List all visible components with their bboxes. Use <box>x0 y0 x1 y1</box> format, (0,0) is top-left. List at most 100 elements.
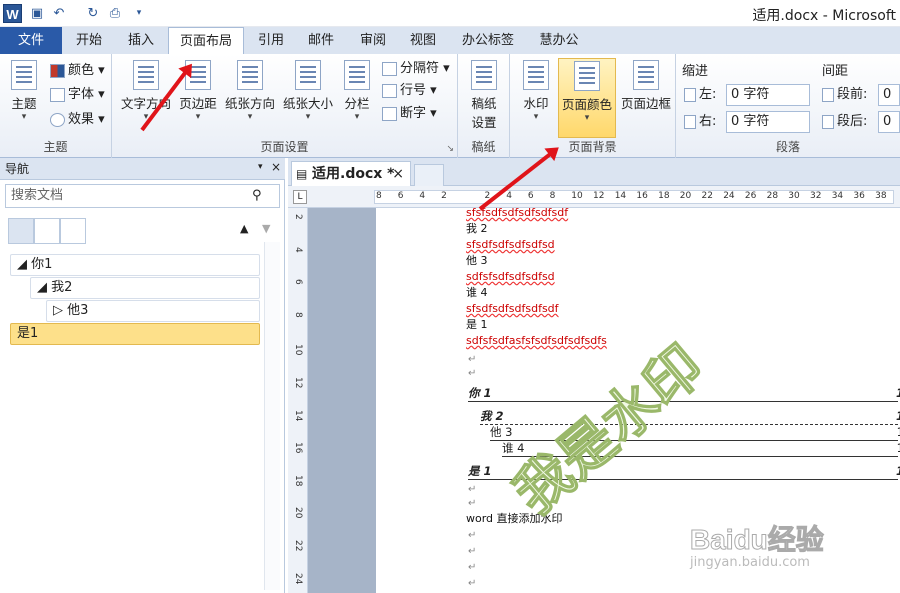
document-tab[interactable]: ▤ 适用.docx * × <box>291 161 411 186</box>
page-border-button[interactable]: 页面边框 <box>618 58 674 112</box>
ruler-tick-label: 18 <box>658 191 670 201</box>
nav-heading-item[interactable]: 是1 <box>10 323 260 345</box>
ruler-tick-label: 4 <box>293 246 303 253</box>
save-icon[interactable]: ▣ <box>28 5 46 22</box>
ruler-tick-label: 10 <box>571 191 583 201</box>
ruler-tick-label: 4 <box>506 191 512 201</box>
collapse-icon: ◢ <box>37 280 52 295</box>
fonts-icon <box>50 87 65 102</box>
ruler-tick-label: 10 <box>293 344 303 356</box>
expand-icon: ▷ <box>53 303 68 318</box>
group-draft: 稿纸 设置 稿纸 <box>458 54 510 158</box>
spacing-after-input[interactable]: 0 行 <box>878 111 900 133</box>
nav-heading-item[interactable]: ▷ 他3 <box>46 300 260 322</box>
draft-settings-button[interactable]: 稿纸 设置 <box>464 58 504 131</box>
effects-icon <box>50 112 65 127</box>
orientation-button[interactable]: 纸张方向 ▾ <box>222 58 278 122</box>
tab-results-icon[interactable] <box>60 218 86 244</box>
tab-insert[interactable]: 插入 <box>118 27 164 54</box>
indent-left-input[interactable]: 0 字符 <box>726 84 810 106</box>
window-title: 适用.docx - Microsoft <box>752 8 896 24</box>
ruler-tick-label: 8 <box>376 191 382 201</box>
customize-icon[interactable]: ▾ <box>130 5 148 22</box>
pane-options-icon[interactable]: ▾ <box>258 162 263 172</box>
page-color-button[interactable]: 页面颜色 ▾ <box>558 58 616 138</box>
nav-scrollbar[interactable] <box>264 242 280 590</box>
ruler-tick-label: 12 <box>293 377 303 389</box>
watermark-button[interactable]: 水印 ▾ <box>516 58 556 122</box>
group-label-paragraph: 段落 <box>775 140 800 154</box>
tab-pages-icon[interactable] <box>34 218 60 244</box>
new-tab-button[interactable] <box>414 164 444 186</box>
search-icon[interactable]: ⚲ <box>252 188 262 203</box>
tab-home[interactable]: 开始 <box>66 27 112 54</box>
text-direction-button[interactable]: 文字方向 ▾ <box>118 58 174 122</box>
document-tab-bar: ▤ 适用.docx * × <box>288 158 900 186</box>
nav-heading-item[interactable]: ◢ 我2 <box>30 277 260 299</box>
tab-hui-office[interactable]: 慧办公 <box>530 27 588 54</box>
ruler-tick-label: 16 <box>293 442 303 454</box>
page-color-icon <box>574 61 600 91</box>
columns-button[interactable]: 分栏 ▾ <box>340 58 374 122</box>
hyphenation-button[interactable]: 断字 ▾ <box>382 103 437 125</box>
ruler-tick-label: 22 <box>293 540 303 552</box>
toc-entry[interactable]: 我 21 <box>480 409 900 425</box>
tab-view[interactable]: 视图 <box>400 27 446 54</box>
undo-icon[interactable]: ↶ <box>50 5 68 22</box>
spacing-before-icon <box>822 87 834 102</box>
print-preview-icon[interactable]: ⎙ <box>106 5 124 22</box>
effects-button[interactable]: 效果 ▾ <box>50 109 105 131</box>
tab-file[interactable]: 文件 <box>0 27 62 54</box>
breaks-button[interactable]: 分隔符 ▾ <box>382 58 450 80</box>
dialog-launcher-icon[interactable]: ↘ <box>446 144 454 154</box>
doc-line: 他 3 <box>466 254 488 267</box>
page-border-icon <box>633 60 659 90</box>
paragraph-mark: ↵ <box>468 562 477 573</box>
document-icon: ▤ <box>296 167 308 181</box>
line-numbers-button[interactable]: 行号 ▾ <box>382 80 437 102</box>
nav-heading-item[interactable]: ◢ 你1 <box>10 254 260 276</box>
search-input[interactable]: 搜索文档 <box>5 184 280 208</box>
tab-page-layout[interactable]: 页面布局 <box>168 27 244 55</box>
indent-right-input[interactable]: 0 字符 <box>726 111 810 133</box>
ribbon: 主题 ▾ 颜色 ▾ 字体 ▾ 效果 ▾ 主题 文字方向 ▾ 页边距 ▾ 纸张方向 ▾ … <box>0 54 900 158</box>
redo-icon[interactable]: ↻ <box>84 5 102 22</box>
close-icon[interactable]: × <box>392 162 404 186</box>
tab-office-tab[interactable]: 办公标签 <box>452 27 524 54</box>
group-paragraph: 缩进 左: 0 字符 右: 0 字符 间距 段前: 0 行 段后: 0 行 段落 <box>676 54 900 158</box>
doc-line: sfsdfsdfsdfsdfsdf <box>466 302 559 315</box>
ruler-tick-label: 4 <box>419 191 426 201</box>
ribbon-tab-bar: 文件 开始 插入 页面布局 引用 邮件 审阅 视图 办公标签 慧办公 <box>0 27 900 55</box>
paragraph-mark: ↵ <box>468 546 477 557</box>
group-label-draft: 稿纸 <box>471 140 496 154</box>
theme-button[interactable]: 主题 ▾ <box>4 58 44 122</box>
tab-references[interactable]: 引用 <box>248 27 294 54</box>
tab-mailings[interactable]: 邮件 <box>298 27 344 54</box>
group-label-page-background: 页面背景 <box>568 140 617 154</box>
ruler-tick-label: 28 <box>766 191 779 201</box>
tab-headings-icon[interactable] <box>8 218 34 244</box>
collapse-icon: ◢ <box>17 257 32 272</box>
colors-button[interactable]: 颜色 ▾ <box>50 60 105 82</box>
theme-icon <box>11 60 37 90</box>
paragraph-mark: ↵ <box>468 578 477 589</box>
ruler-tick-label: 38 <box>875 191 887 201</box>
previous-heading-icon[interactable]: ▲ <box>240 222 248 235</box>
ruler-tick-label: 6 <box>397 191 404 201</box>
vertical-ruler[interactable]: 2 4 6 8 10 12 14 16 18 20 22 24 <box>288 208 308 593</box>
ruler-tick-label: 2 <box>441 191 447 201</box>
next-heading-icon[interactable]: ▼ <box>262 222 270 235</box>
tab-review[interactable]: 审阅 <box>350 27 396 54</box>
horizontal-ruler[interactable]: L 8 6 4 2 2 4 6 8 10 12 14 16 18 20 22 24 26 28 30 32 34 36 38 <box>288 186 900 208</box>
doc-line: 是 1 <box>466 318 488 331</box>
colors-icon <box>50 63 65 78</box>
fonts-button[interactable]: 字体 ▾ <box>50 84 105 106</box>
tab-stop-selector-icon[interactable]: L <box>293 190 307 204</box>
ruler-tick-label: 32 <box>810 191 822 201</box>
size-button[interactable]: 纸张大小 ▾ <box>280 58 336 122</box>
ruler-tick-label: 14 <box>614 191 627 201</box>
watermark-icon <box>523 60 549 90</box>
spacing-after-icon <box>822 114 834 129</box>
close-icon[interactable]: × <box>271 160 281 174</box>
spacing-before-input[interactable]: 0 行 <box>878 84 900 106</box>
